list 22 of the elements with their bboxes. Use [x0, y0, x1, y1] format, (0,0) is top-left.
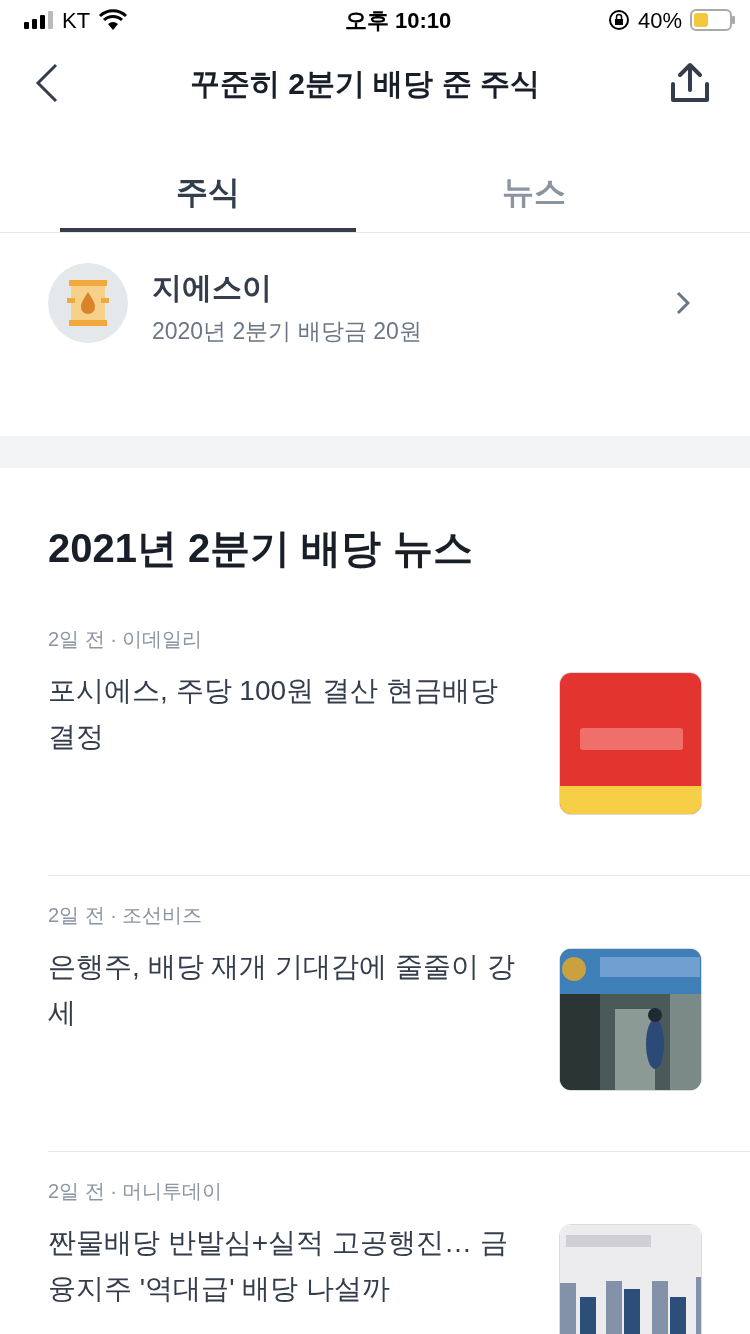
- battery-icon: [690, 9, 736, 31]
- section-title: 2021년 2분기 배당 뉴스: [47, 525, 474, 572]
- wifi-icon: [98, 9, 129, 31]
- rotation-lock-icon: [607, 9, 630, 31]
- signal-icon: [24, 11, 54, 29]
- news-meta: 2일 전 · 이데일리: [48, 627, 204, 652]
- stock-name: 지에스이: [152, 270, 273, 306]
- battery-percent: 40%: [637, 6, 682, 35]
- stock-detail: 2020년 2분기 배당금 20원: [152, 317, 423, 346]
- news-headline[interactable]: 포시에스, 주당 100원 결산 현금배당 결정: [48, 668, 518, 760]
- chevron-right-icon: [676, 291, 690, 315]
- status-time: 오후 10:10: [343, 6, 453, 35]
- news-headline[interactable]: 은행주, 배당 재개 기대감에 줄줄이 강세: [48, 944, 518, 1036]
- share-icon[interactable]: [670, 62, 710, 104]
- tab[interactable]: 주식: [60, 126, 356, 232]
- news-meta: 2일 전 · 조선비즈: [48, 903, 204, 928]
- page-title: 꾸준히 2분기 배당 준 주식: [190, 65, 540, 102]
- news-meta: 2일 전 · 머니투데이: [48, 1179, 224, 1204]
- stock-row[interactable]: 지에스이 2020년 2분기 배당금 20원: [0, 233, 750, 436]
- news-headline[interactable]: 짠물배당 반발심+실적 고공행진… 금융지주 '역대급' 배당 나설까: [48, 1220, 518, 1312]
- back-icon[interactable]: [34, 63, 60, 103]
- carrier-name: KT: [62, 6, 91, 35]
